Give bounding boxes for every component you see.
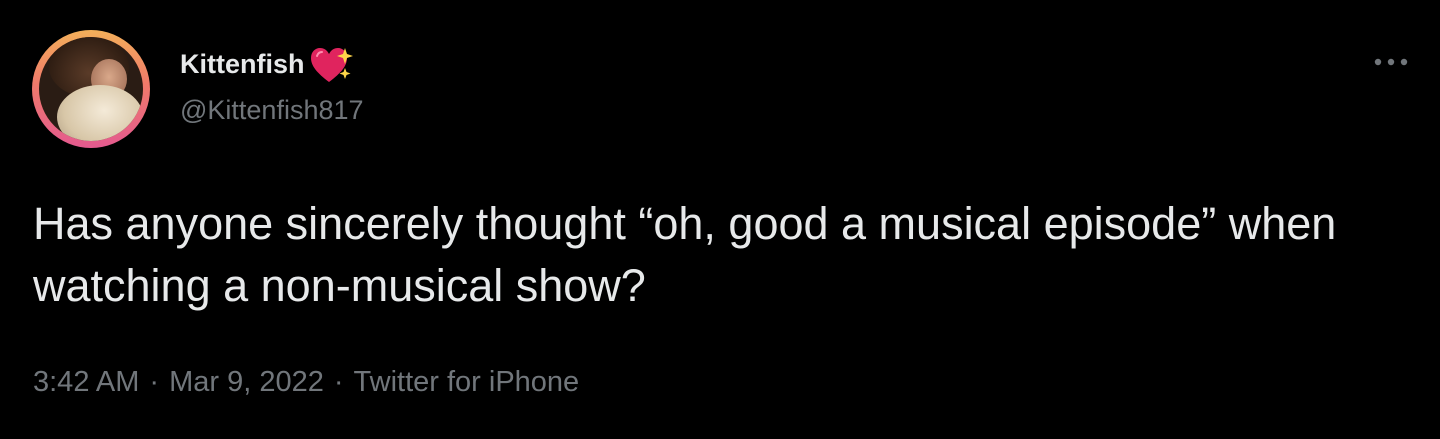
tweet-card: Kittenfish @Kittenfish817 Has anyone sin… — [0, 0, 1440, 439]
tweet-date[interactable]: Mar 9, 2022 — [169, 366, 324, 399]
ellipsis-icon — [1374, 58, 1408, 66]
tweet-text: Has anyone sincerely thought “oh, good a… — [33, 198, 1337, 311]
avatar-dog — [57, 85, 143, 141]
avatar[interactable] — [39, 37, 143, 141]
meta-separator: · — [149, 366, 160, 398]
meta-separator: · — [333, 366, 344, 398]
tweet-meta: 3:42 AM · Mar 9, 2022 · Twitter for iPho… — [33, 366, 579, 399]
tweet-source[interactable]: Twitter for iPhone — [354, 366, 580, 399]
tweet-time[interactable]: 3:42 AM — [33, 366, 139, 399]
author-display-name[interactable]: Kittenfish — [180, 44, 355, 84]
more-options-button[interactable] — [1367, 44, 1415, 80]
sparkling-heart-icon — [309, 46, 355, 86]
author-handle[interactable]: @Kittenfish817 — [180, 95, 364, 126]
display-name-text[interactable]: Kittenfish — [180, 49, 305, 80]
